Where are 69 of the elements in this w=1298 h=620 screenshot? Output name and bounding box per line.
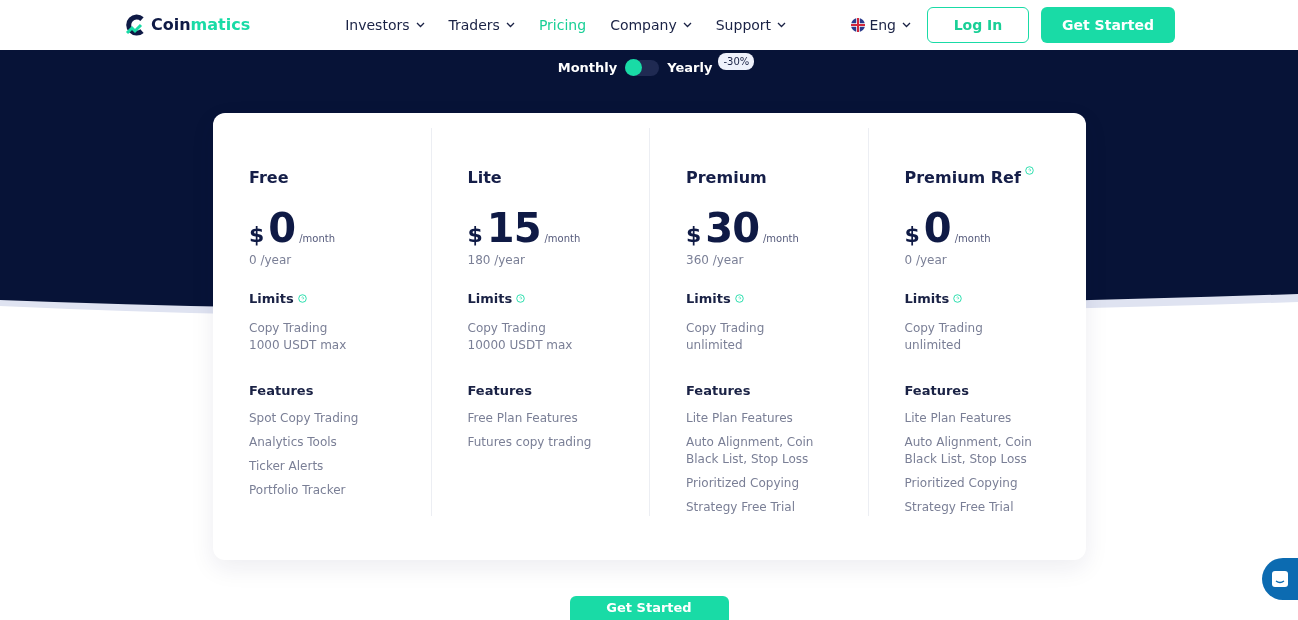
chat-button[interactable] — [1262, 558, 1298, 600]
billing-toggle[interactable] — [625, 59, 660, 76]
yearly-price: 360 /year — [686, 252, 745, 269]
caret-icon — [415, 22, 425, 28]
feature-item: Analytics Tools — [249, 434, 338, 451]
info-icon — [297, 294, 307, 304]
currency-symbol: $ — [249, 221, 265, 249]
limit-text: Copy Trading unlimited — [904, 319, 984, 354]
price-period: /month — [954, 232, 991, 246]
caret-icon — [505, 22, 515, 28]
currency-symbol: $ — [904, 221, 920, 249]
nav-link[interactable]: Support — [703, 14, 799, 36]
price-period: /month — [299, 232, 335, 246]
caret-icon — [682, 22, 692, 28]
feature-item: Auto Alignment, Coin Black List, Stop Loss — [686, 434, 815, 468]
price-period: /month — [763, 232, 799, 246]
section-title: Features — [904, 381, 970, 400]
billing-label: Yearly — [667, 59, 713, 77]
plan-name: Premium — [686, 167, 767, 189]
nav-link[interactable]: Traders — [436, 14, 527, 36]
limit-text: Copy Trading unlimited — [686, 319, 766, 354]
flag-icon — [851, 18, 866, 32]
feature-item: Strategy Free Trial — [904, 499, 1015, 516]
language-selector[interactable]: Eng — [851, 14, 919, 36]
yearly-price: 180 /year — [467, 252, 527, 269]
currency-symbol: $ — [686, 221, 702, 249]
price: 0 — [268, 208, 296, 248]
section-title: Limits — [904, 290, 950, 308]
feature-item: Lite Plan Features — [686, 410, 794, 427]
price: 0 — [923, 208, 951, 248]
discount-badge: -30% — [718, 53, 755, 71]
brand-name[interactable]: Coinmatics — [151, 13, 251, 37]
feature-item: Spot Copy Trading — [249, 410, 360, 427]
chat-icon — [1271, 570, 1289, 588]
feature-item: Futures copy trading — [467, 434, 593, 451]
section-title: Features — [686, 381, 752, 400]
feature-item: Lite Plan Features — [904, 410, 1013, 427]
feature-item: Ticker Alerts — [249, 458, 325, 475]
section-title: Limits — [249, 290, 294, 308]
limit-text: Copy Trading 10000 USDT max — [467, 319, 574, 354]
yearly-price: 0 /year — [249, 252, 293, 269]
plan-name: Lite — [467, 167, 502, 189]
limit-text: Copy Trading 1000 USDT max — [249, 319, 348, 354]
feature-item: Strategy Free Trial — [686, 499, 797, 516]
currency-symbol: $ — [467, 221, 483, 249]
nav-link[interactable]: Company — [598, 14, 704, 36]
yearly-price: 0 /year — [904, 252, 948, 269]
section-title: Features — [467, 381, 533, 400]
section-title: Limits — [686, 290, 731, 308]
info-icon — [516, 294, 526, 304]
plan-name: Premium Ref — [904, 167, 1021, 189]
feature-item: Auto Alignment, Coin Black List, Stop Loss — [904, 434, 1033, 468]
info-icon — [1024, 166, 1034, 175]
billing-label: Monthly — [557, 59, 618, 77]
price-period: /month — [544, 232, 581, 246]
feature-item: Free Plan Features — [467, 410, 579, 427]
section-title: Features — [249, 381, 315, 400]
info-icon — [734, 294, 744, 304]
caret-icon — [902, 22, 911, 28]
nav-link[interactable]: Investors — [333, 14, 437, 36]
price: 15 — [486, 208, 541, 248]
feature-item: Portfolio Tracker — [249, 482, 347, 499]
caret-icon — [777, 22, 787, 28]
price: 30 — [705, 208, 759, 248]
feature-item: Prioritized Copying — [904, 475, 1019, 492]
feature-item: Prioritized Copying — [686, 475, 801, 492]
info-icon — [953, 294, 963, 304]
plan-name: Free — [249, 167, 289, 189]
section-title: Limits — [467, 290, 513, 308]
